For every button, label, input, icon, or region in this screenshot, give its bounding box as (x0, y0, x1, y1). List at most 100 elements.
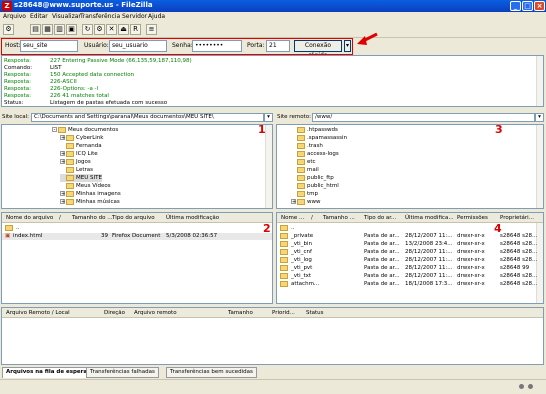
table-row[interactable]: _vti_log Pasta de ar... 28/12/2007 11:... d… (277, 257, 537, 264)
table-row[interactable]: .. (2, 225, 272, 232)
folder-icon (66, 190, 74, 197)
minimize-button[interactable]: _ (510, 1, 521, 11)
process-queue-icon[interactable]: ⚙ (94, 24, 105, 35)
local-col-type[interactable]: Tipo do arquivo (112, 215, 155, 221)
tree-item[interactable]: + CyberLink (60, 134, 104, 142)
queue-col-file[interactable]: Arquivo Remoto / Local (6, 310, 70, 316)
tree-expander-icon[interactable]: - (52, 127, 57, 133)
tree-item[interactable]: - Meus documentos (52, 126, 118, 134)
cancel-icon[interactable]: ✕ (106, 24, 117, 35)
tree-expander-icon[interactable]: + (291, 199, 296, 205)
local-col-date[interactable]: Última modificação (166, 215, 219, 221)
file-type: Pasta de ar... (364, 233, 400, 239)
tab-failed-transfers[interactable]: Transferências falhadas (86, 367, 159, 378)
remote-col-name[interactable]: Nome ... (281, 215, 304, 221)
queue-col-status[interactable]: Status (306, 310, 324, 316)
tree-item[interactable]: mail (291, 166, 319, 174)
toggle-queue-icon[interactable]: ▣ (66, 24, 77, 35)
menu-arquivo[interactable]: Arquivo (3, 13, 26, 20)
tree-expander-icon[interactable]: + (60, 135, 65, 141)
tree-item[interactable]: Meus Vídeos (60, 182, 111, 190)
menu-transferencia[interactable]: Transferência (80, 13, 120, 20)
tree-item[interactable]: + Minhas músicas (60, 198, 120, 206)
maximize-button[interactable]: □ (522, 1, 533, 11)
folder-icon (66, 158, 74, 165)
tree-item[interactable]: + Jogos (60, 158, 91, 166)
menu-ajuda[interactable]: Ajuda (148, 13, 165, 20)
tree-item[interactable]: public_html (291, 182, 339, 190)
tree-item-label: www (307, 199, 321, 205)
reconnect-icon[interactable]: R (130, 24, 141, 35)
remote-col-perm[interactable]: Permissões (457, 215, 488, 221)
tab-successful-transfers[interactable]: Transferências bem sucedidas (166, 367, 257, 378)
tree-item-label: tmp (307, 191, 319, 197)
tree-item[interactable]: etc (291, 158, 316, 166)
remote-tree-scrollbar[interactable] (536, 125, 543, 208)
remote-path-input[interactable]: /www/ (312, 113, 535, 122)
remote-col-sort: / (311, 215, 313, 221)
refresh-icon[interactable]: ↻ (82, 24, 93, 35)
message-log: Resposta: 227 Entering Passive Mode (66,1… (1, 55, 544, 107)
table-row[interactable]: ▣ index.html 39 Firefox Document 5/3/200… (2, 233, 272, 240)
tree-expander-icon[interactable]: + (60, 191, 65, 197)
remote-col-type[interactable]: Tipo do ar... (364, 215, 396, 221)
tree-item[interactable]: access-logs (291, 150, 339, 158)
queue-col-priority[interactable]: Priorid... (272, 310, 295, 316)
local-path-input[interactable]: C:\Documents and Settings\paranal\Meus d… (31, 113, 264, 122)
tree-item[interactable]: .htpasswds (291, 126, 338, 134)
table-row[interactable]: attachm... Pasta de ar... 18/1/2008 17:3..… (277, 281, 537, 288)
remote-col-size[interactable]: Tamanho ... (323, 215, 355, 221)
file-type: Pasta de ar... (364, 273, 400, 279)
local-tree-scrollbar[interactable] (265, 125, 272, 208)
tree-item[interactable]: public_ftp (291, 174, 334, 182)
tree-item[interactable]: tmp (291, 190, 318, 198)
remote-col-date[interactable]: Última modifica... (405, 215, 454, 221)
tree-item[interactable]: Letras (60, 166, 93, 174)
folder-icon (297, 158, 305, 165)
tree-item[interactable]: + Minhas imagens (60, 190, 121, 198)
tree-item-label: Fernanda (76, 143, 102, 149)
toggle-remote-tree-icon[interactable]: ▥ (54, 24, 65, 35)
folder-icon (280, 265, 290, 273)
file-date: 28/12/2007 11:... (405, 249, 453, 255)
remote-file-list: Nome ... / Tamanho ... Tipo do ar... Últ… (276, 212, 544, 304)
remote-col-owner[interactable]: Proprietári... (500, 215, 534, 221)
local-path-dropdown-icon[interactable]: ▾ (264, 113, 273, 122)
log-scrollbar[interactable] (536, 56, 543, 106)
local-col-name[interactable]: Nome do arquivo (6, 215, 53, 221)
table-row[interactable]: _vti_cnf Pasta de ar... 28/12/2007 11:... d… (277, 249, 537, 256)
disconnect-icon[interactable]: ⏏ (118, 24, 129, 35)
queue-col-remote[interactable]: Arquivo remoto (134, 310, 177, 316)
status-light-icon (528, 384, 533, 389)
toggle-log-icon[interactable]: ▤ (30, 24, 41, 35)
tree-item[interactable]: Fernanda (60, 142, 102, 150)
site-manager-icon[interactable]: ⚙ (3, 24, 14, 35)
tree-expander-icon[interactable]: + (60, 199, 65, 205)
toggle-local-tree-icon[interactable]: ▦ (42, 24, 53, 35)
folder-icon (66, 166, 74, 173)
tree-item[interactable]: + ICQ Lite (60, 150, 98, 158)
file-name: _vti_cnf (291, 249, 312, 255)
tree-item[interactable]: .spamassassin (291, 134, 347, 142)
tree-item[interactable]: .trash (291, 142, 323, 150)
queue-col-size[interactable]: Tamanho (228, 310, 253, 316)
menu-visualizar[interactable]: Visualizar (52, 13, 81, 20)
table-row[interactable]: _vti_pvt Pasta de ar... 28/12/2007 11:... d… (277, 265, 535, 272)
tab-queued-files[interactable]: Arquivos na fila de espera (2, 367, 92, 378)
remote-path-dropdown-icon[interactable]: ▾ (535, 113, 544, 122)
menu-editar[interactable]: Editar (30, 13, 48, 20)
annotation-arrow-icon (357, 32, 378, 45)
menu-servidor[interactable]: Servidor (122, 13, 147, 20)
table-row[interactable]: _vti_bin Pasta de ar... 13/2/2008 23:4... d… (277, 241, 537, 248)
filter-icon[interactable]: ≡ (146, 24, 157, 35)
file-type: Pasta de ar... (364, 265, 400, 271)
table-row[interactable]: _vti_txt Pasta de ar... 28/12/2007 11:... d… (277, 273, 537, 280)
tree-item[interactable]: MEU SITE (60, 174, 102, 182)
tree-item[interactable]: + www (291, 198, 321, 206)
folder-icon (297, 142, 305, 149)
local-col-size[interactable]: Tamanho do ... (72, 215, 112, 221)
queue-col-direction[interactable]: Direção (104, 310, 125, 316)
tree-expander-icon[interactable]: + (60, 159, 65, 165)
tree-expander-icon[interactable]: + (60, 151, 65, 157)
close-button[interactable]: × (534, 1, 545, 11)
